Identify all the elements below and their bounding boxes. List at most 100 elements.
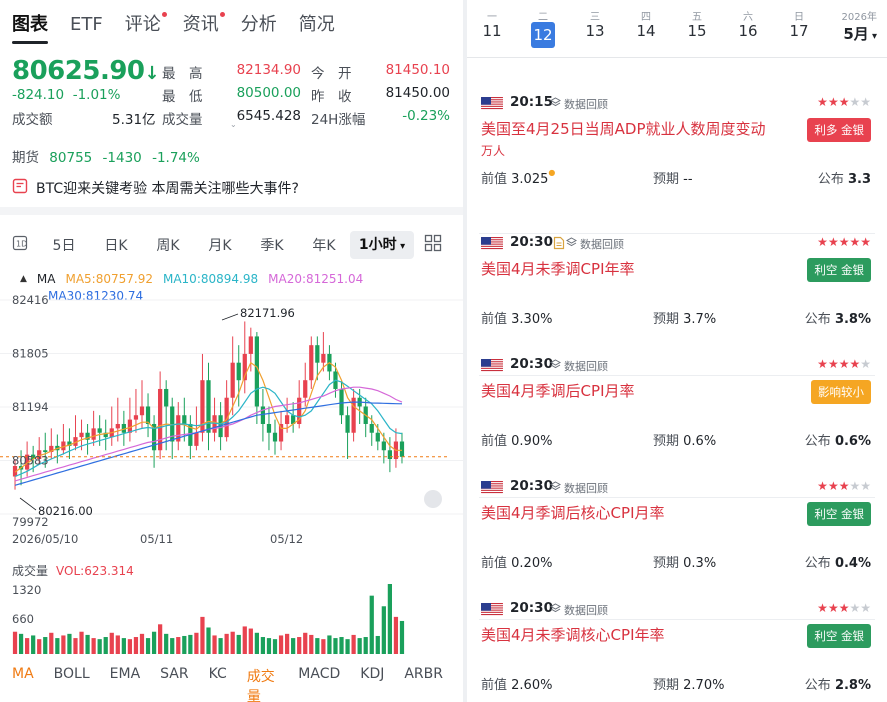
day-13[interactable]: 三 13 [580, 8, 610, 40]
period-6[interactable]: 1小时 ▾ [350, 231, 414, 259]
event-unit: 万人 [481, 144, 506, 158]
period-0[interactable]: 5日 [38, 235, 90, 255]
tab-5[interactable]: 简况 [299, 12, 335, 40]
volume-bar [176, 637, 181, 654]
day-12[interactable]: 二 12 [528, 8, 558, 48]
futures-row[interactable]: 期货 80755 -1430 -1.74% [12, 146, 206, 166]
ma5-label: MA5:80757.92 [65, 272, 153, 286]
volume-bar [272, 639, 278, 654]
candlestick-chart[interactable]: 82416818058119480583799722026/05/10 05/11… [0, 292, 463, 552]
collapse-triangle-icon[interactable]: ▲ [20, 274, 27, 284]
candle-body [236, 362, 241, 381]
event-card[interactable]: 20:15 数据回顾 ★★★★★ 美国至4月25日当周ADP就业人数周度变动 万人 利多 … [467, 94, 887, 234]
x-tick-label: 05/11 [140, 532, 173, 546]
volume-bar [242, 626, 247, 654]
actual-value: 公布 2.8% [804, 678, 871, 693]
indicator-4[interactable]: KC [209, 666, 227, 702]
data-review-link[interactable]: 数据回顾 [565, 236, 624, 252]
change24-row: 24H涨幅 -0.23% [311, 108, 450, 128]
data-review-link[interactable]: 数据回顾 [549, 96, 608, 112]
layers-icon [565, 237, 578, 251]
indicator-5[interactable]: 成交量 [247, 666, 278, 702]
star-icon: ★ [860, 357, 871, 371]
data-review-link[interactable]: 数据回顾 [549, 480, 608, 496]
candle-body [43, 450, 48, 453]
data-review-link[interactable]: 数据回顾 [549, 358, 608, 374]
period-5[interactable]: 年K [298, 235, 350, 255]
down-arrow-icon: ↓ [144, 63, 160, 84]
star-icon: ★ [817, 357, 828, 371]
previous-value: 前值 0.90% [481, 434, 553, 449]
event-card[interactable]: 20:30 数据回顾 ★★★★★ 美国4月季调后CPI月率 影响较小 前值 0.90% 预期… [467, 356, 887, 498]
volume-bar [151, 631, 157, 654]
layers-icon [549, 603, 562, 617]
volume-bar [369, 595, 374, 654]
volume-bar [182, 635, 187, 654]
event-card[interactable]: 20:30 数据回顾 ★★★★★ 美国4月未季调CPI年率 利空 金银 前值 3.30% 预… [467, 234, 887, 376]
indicator-8[interactable]: ARBR [404, 666, 443, 702]
fullscreen-icon[interactable]: 1D [12, 235, 38, 255]
day-14[interactable]: 四 14 [631, 8, 661, 40]
news-headline-link[interactable]: BTC迎来关键考验 本周需关注哪些大事件? [12, 178, 299, 198]
tab-1[interactable]: ETF [70, 12, 103, 40]
event-title: 美国4月未季调核心CPI年率 [481, 626, 665, 644]
star-icon: ★ [860, 479, 871, 493]
event-time: 20:30 [510, 234, 553, 250]
tab-0[interactable]: 图表 [12, 12, 48, 44]
tab-4[interactable]: 分析 [241, 12, 277, 40]
indicator-6[interactable]: MACD [298, 666, 340, 702]
day-17[interactable]: 日 17 [784, 8, 814, 40]
volume-bar [133, 637, 139, 654]
dropdown-caret-icon[interactable]: ⌄ [230, 120, 237, 129]
star-icon: ★ [860, 601, 871, 615]
event-card[interactable]: 20:30 数据回顾 ★★★★★ 美国4月季调后核心CPI月率 利空 金银 前值 0.20… [467, 478, 887, 620]
indicator-3[interactable]: SAR [160, 666, 188, 702]
high-annotation: 82171.96 [240, 306, 295, 320]
indicator-tabs: MA BOLL EMA SAR KC 成交量 MACD KDJ ARBR [12, 666, 463, 702]
volume-bar [79, 631, 84, 654]
period-3[interactable]: 月K [194, 235, 246, 255]
volume-bar [188, 634, 193, 654]
period-1[interactable]: 日K [90, 235, 142, 255]
data-review-link[interactable]: 数据回顾 [549, 602, 608, 618]
volume-bar [194, 632, 199, 654]
day-15[interactable]: 五 15 [682, 8, 712, 40]
month-picker[interactable]: 2026年 5月 ▾ [827, 8, 877, 44]
indicator-7[interactable]: KDJ [360, 666, 384, 702]
us-flag-icon [481, 602, 503, 616]
period-2[interactable]: 周K [142, 235, 194, 255]
indicator-2[interactable]: EMA [110, 666, 141, 702]
volume-bar [115, 635, 120, 654]
event-card[interactable]: 20:30 数据回顾 ★★★★★ 美国4月未季调核心CPI年率 利空 金银 前值 2.60… [467, 600, 887, 702]
period-4[interactable]: 季K [246, 235, 298, 255]
previous-value: 前值 0.20% [481, 556, 553, 571]
previous-value: 前值 2.60% [481, 678, 553, 693]
volume-chart[interactable]: 1320 660 [0, 557, 463, 657]
layers-icon [549, 359, 562, 373]
volume-bar [61, 635, 66, 654]
drag-handle-icon[interactable] [424, 490, 442, 508]
candle-body [79, 432, 84, 438]
indicator-0[interactable]: MA [12, 666, 34, 702]
tab-2[interactable]: 评论 [125, 12, 167, 40]
tab-3[interactable]: 资讯 [183, 12, 225, 40]
volume-bar [284, 633, 290, 654]
day-11[interactable]: 一 11 [477, 8, 507, 40]
candle-body [351, 397, 356, 433]
indicator-1[interactable]: BOLL [54, 666, 90, 702]
document-icon[interactable] [553, 235, 565, 254]
y-tick-label: 82416 [12, 293, 49, 307]
forecast-value: 预期 0.6% [653, 434, 717, 449]
us-flag-icon [481, 358, 503, 372]
volume-bar [127, 639, 133, 654]
actual-value: 公布 3.8% [804, 312, 871, 327]
candle-body [194, 432, 199, 446]
day-16[interactable]: 六 16 [733, 8, 763, 40]
event-time: 20:15 [510, 94, 553, 110]
volume-bar [224, 633, 229, 654]
candle-body [309, 345, 314, 381]
event-time: 20:30 [510, 356, 553, 372]
grid-layout-icon[interactable] [424, 234, 442, 256]
importance-stars: ★★★★★ [817, 479, 871, 493]
volume-bar [363, 637, 368, 654]
